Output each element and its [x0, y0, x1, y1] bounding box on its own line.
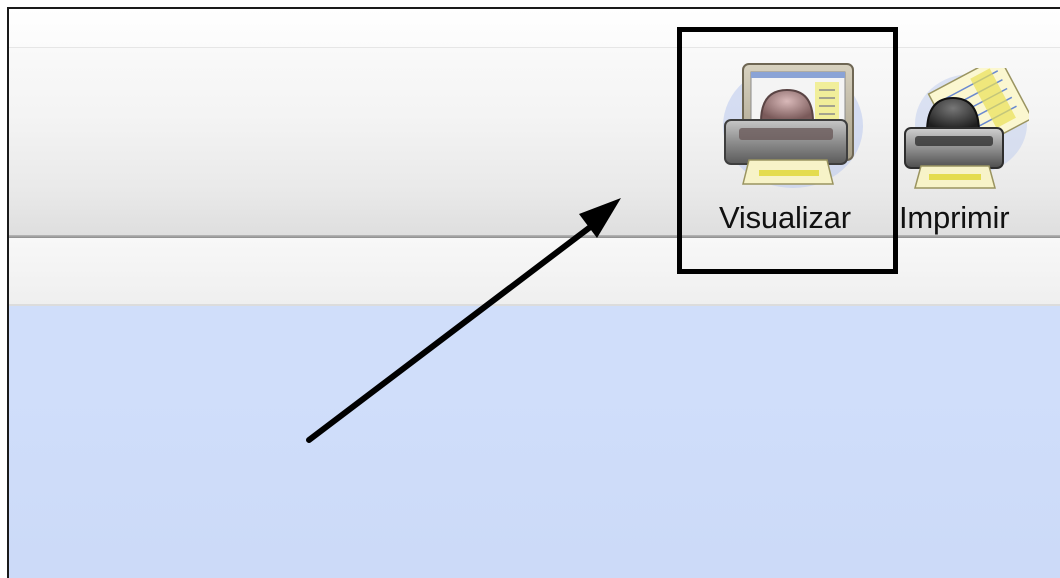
content-shade — [9, 386, 1060, 578]
visualizar-button[interactable]: Visualizar — [709, 48, 899, 238]
printer-icon — [904, 68, 1029, 189]
visualizar-label: Visualizar — [719, 200, 851, 235]
imprimir-button[interactable]: Imprimir — [899, 48, 1049, 238]
print-preview-icon — [723, 63, 863, 188]
secondary-bar — [9, 238, 1060, 304]
imprimir-label: Imprimir — [899, 200, 1010, 235]
title-strip — [9, 9, 1060, 47]
content-area — [9, 306, 1060, 578]
toolbar: Visualizar Imprimir — [9, 47, 1060, 238]
app-window: Visualizar Imprimir — [7, 7, 1060, 578]
